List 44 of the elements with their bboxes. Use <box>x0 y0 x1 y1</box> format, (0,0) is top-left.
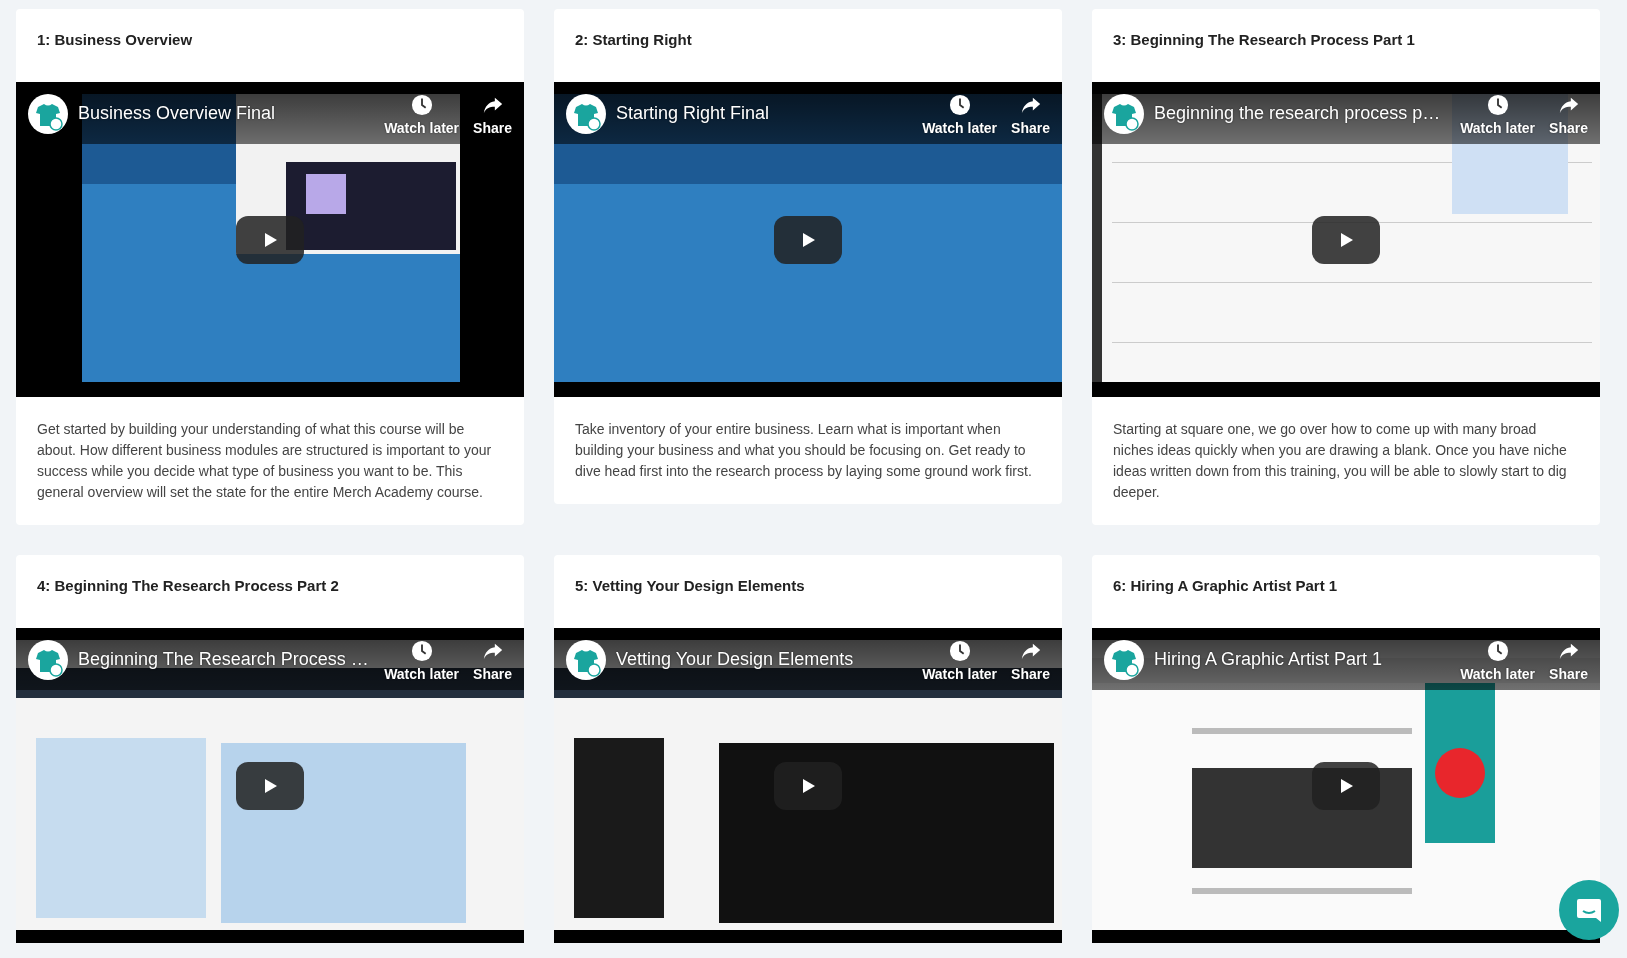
lesson-title: 2: Starting Right <box>574 30 693 50</box>
watch-later-button[interactable]: Watch later <box>922 94 998 136</box>
lesson-description: Take inventory of your entire business. Learn what is important when building your business and what you should be focusing on. Get ready to dive head first into the research process by laying some ground work first. <box>574 420 1033 481</box>
channel-logo-icon[interactable] <box>28 640 68 680</box>
clock-icon <box>1486 94 1509 116</box>
lesson-title: 5: Vetting Your Design Elements <box>574 576 806 596</box>
play-button[interactable] <box>236 761 304 810</box>
watch-later-button[interactable]: Watch later <box>922 640 998 682</box>
channel-logo-icon[interactable] <box>28 94 68 134</box>
video-title[interactable]: Vetting Your Design Elements <box>616 649 913 670</box>
lesson-title: 6: Hiring A Graphic Artist Part 1 <box>1112 576 1339 596</box>
share-button[interactable]: Share <box>1011 94 1050 136</box>
share-button[interactable]: Share <box>1549 94 1588 136</box>
lesson-description: Get started by building your understanding of what this course will be about. How different business modules are structured is important to your success while you decide what type of business you want to be. This general overview will set the state for the entire Merch Academy course. <box>36 420 493 502</box>
share-button[interactable]: Share <box>1549 640 1588 682</box>
lesson-description: Starting at square one, we go over how to come up with many broad niches ideas quickly when you are drawing a blank. Once you have niche ideas written down from this training, you will be able to slowly start to dig deeper. <box>1112 420 1568 502</box>
watch-later-button[interactable]: Watch later <box>1460 640 1536 682</box>
channel-logo-icon[interactable] <box>1104 94 1144 134</box>
share-button[interactable]: Share <box>473 640 512 682</box>
play-button[interactable] <box>236 215 304 264</box>
clock-icon <box>410 94 433 116</box>
video-title[interactable]: Beginning The Research Process … <box>78 649 375 670</box>
play-button[interactable] <box>1312 215 1380 264</box>
channel-logo-icon[interactable] <box>566 94 606 134</box>
play-button[interactable] <box>1312 761 1380 810</box>
watch-later-button[interactable]: Watch later <box>384 640 460 682</box>
play-button[interactable] <box>774 215 842 264</box>
video-title[interactable]: Hiring A Graphic Artist Part 1 <box>1154 649 1451 670</box>
lesson-title: 1: Business Overview <box>36 30 194 50</box>
clock-icon <box>1486 640 1509 662</box>
channel-logo-icon[interactable] <box>566 640 606 680</box>
play-button[interactable] <box>774 761 842 810</box>
share-button[interactable]: Share <box>473 94 512 136</box>
video-title[interactable]: Business Overview Final <box>78 103 375 124</box>
clock-icon <box>410 640 433 662</box>
video-title[interactable]: Beginning the research process p… <box>1154 103 1451 124</box>
video-title[interactable]: Starting Right Final <box>616 103 913 124</box>
share-button[interactable]: Share <box>1011 640 1050 682</box>
lesson-title: 4: Beginning The Research Process Part 2 <box>36 576 340 596</box>
lesson-title: 3: Beginning The Research Process Part 1 <box>1112 30 1416 50</box>
watch-later-button[interactable]: Watch later <box>384 94 460 136</box>
channel-logo-icon[interactable] <box>1104 640 1144 680</box>
clock-icon <box>948 94 971 116</box>
clock-icon <box>948 640 971 662</box>
